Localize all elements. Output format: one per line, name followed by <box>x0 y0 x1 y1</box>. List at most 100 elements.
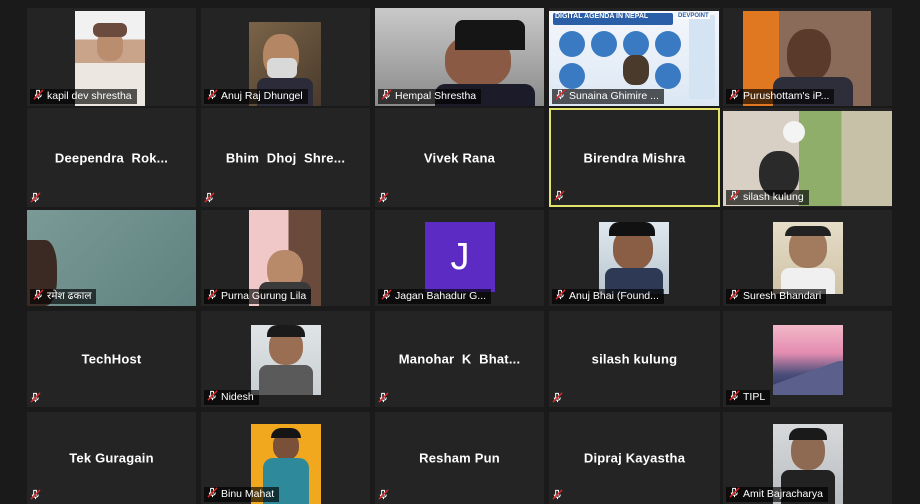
participant-tile[interactable]: Anuj Raj Dhungel <box>201 8 370 106</box>
participant-name: Suresh Bhandari <box>743 290 822 302</box>
muted-mic-icon <box>555 289 566 304</box>
participant-name-label: Purushottam's iP... <box>726 89 835 104</box>
participant-name-label: Suresh Bhandari <box>726 289 827 304</box>
participant-name-label: Sunaina Ghimire ... <box>552 89 664 104</box>
participant-tile[interactable]: Binu Mahat <box>201 412 370 504</box>
participant-video <box>599 222 669 294</box>
participant-tile[interactable]: Anuj Bhai (Found... <box>549 210 720 306</box>
participant-display-name: Manohar K Bhat... <box>398 351 521 367</box>
muted-mic-icon <box>204 190 215 208</box>
video-shape <box>623 55 649 85</box>
participant-display-name: silash kulung <box>591 351 678 367</box>
avatar-initial: J <box>450 235 470 278</box>
participant-video <box>251 325 321 395</box>
video-shape <box>689 15 715 99</box>
participant-tile[interactable]: J Jagan Bahadur G... <box>375 210 544 306</box>
participant-tile[interactable]: silash kulung <box>723 108 892 207</box>
participant-name: Purna Gurung Lila <box>221 290 307 302</box>
muted-mic-icon <box>378 390 389 408</box>
video-shape <box>267 325 305 337</box>
participant-name-label: silash kulung <box>726 190 809 205</box>
participant-name: silash kulung <box>743 191 804 203</box>
participant-name: kapil dev shrestha <box>47 90 132 102</box>
participant-name: Anuj Raj Dhungel <box>221 90 303 102</box>
shared-screen-title: DIGITAL AGENDA IN NEPAL <box>555 13 649 20</box>
muted-mic-icon <box>381 289 392 304</box>
participant-tile[interactable]: Bhim Dhoj Shre... <box>201 108 370 207</box>
participant-tile[interactable]: silash kulung <box>549 311 720 407</box>
participant-tile[interactable]: DIGITAL AGENDA IN NEPAL DEVPOINT Sunaina G… <box>549 8 720 106</box>
muted-mic-icon <box>729 390 740 405</box>
participant-tile[interactable]: Tek Guragain <box>27 412 196 504</box>
participant-name-label: Nidesh <box>204 390 259 405</box>
participant-tile[interactable]: Hempal Shrestha <box>375 8 544 106</box>
participant-name-label: Hempal Shrestha <box>378 89 482 104</box>
muted-mic-icon <box>381 89 392 104</box>
participant-video <box>773 325 843 395</box>
participant-tile[interactable]: Purushottam's iP... <box>723 8 892 106</box>
participant-tile[interactable]: Deependra Rok... <box>27 108 196 207</box>
participant-tile[interactable]: Manohar K Bhat... <box>375 311 544 407</box>
video-shape <box>559 31 585 57</box>
muted-mic-icon <box>554 188 565 206</box>
participant-gallery: kapil dev shrestha Anuj Raj Dhungel Hempal… <box>0 0 920 504</box>
participant-name: Hempal Shrestha <box>395 90 477 102</box>
muted-mic-icon <box>729 190 740 205</box>
muted-mic-icon <box>729 289 740 304</box>
video-shape <box>559 63 585 89</box>
video-shape <box>591 31 617 57</box>
participant-name: Anuj Bhai (Found... <box>569 290 659 302</box>
video-shape <box>609 222 655 236</box>
participant-name: रमेश ढकाल <box>47 290 92 302</box>
muted-mic-icon <box>30 487 41 504</box>
participant-tile[interactable]: Amit Bajracharya <box>723 412 892 504</box>
video-shape <box>93 23 127 37</box>
participant-tile[interactable]: Nidesh <box>201 311 370 407</box>
muted-mic-icon <box>207 289 218 304</box>
participant-tile[interactable]: TIPL <box>723 311 892 407</box>
participant-name-label: Jagan Bahadur G... <box>378 289 492 304</box>
muted-mic-icon <box>33 289 44 304</box>
participant-name-label: Amit Bajracharya <box>726 487 828 502</box>
participant-tile[interactable]: Resham Pun <box>375 412 544 504</box>
shared-screen-brand: DEVPOINT <box>677 13 710 19</box>
video-shape <box>271 428 301 438</box>
participant-name: Sunaina Ghimire ... <box>569 90 659 102</box>
muted-mic-icon <box>378 190 389 208</box>
participant-tile[interactable]: TechHost <box>27 311 196 407</box>
video-shape <box>787 29 831 81</box>
video-shape <box>789 428 827 440</box>
video-shape <box>267 58 297 78</box>
participant-name-label: Anuj Raj Dhungel <box>204 89 308 104</box>
participant-tile[interactable]: Vivek Rana <box>375 108 544 207</box>
muted-mic-icon <box>33 89 44 104</box>
muted-mic-icon <box>552 487 563 504</box>
participant-display-name: Bhim Dhoj Shre... <box>225 150 346 165</box>
participant-tile[interactable]: Suresh Bhandari <box>723 210 892 306</box>
muted-mic-icon <box>729 487 740 502</box>
participant-name-label: Purna Gurung Lila <box>204 289 312 304</box>
participant-name: Purushottam's iP... <box>743 90 830 102</box>
muted-mic-icon <box>30 390 41 408</box>
video-shape <box>623 31 649 57</box>
participant-name-label: kapil dev shrestha <box>30 89 137 104</box>
participant-tile[interactable]: Birendra Mishra <box>549 108 720 207</box>
participant-tile[interactable]: Dipraj Kayastha <box>549 412 720 504</box>
muted-mic-icon <box>729 89 740 104</box>
participant-name: Amit Bajracharya <box>743 488 823 500</box>
participant-tile[interactable]: रमेश ढकाल <box>27 210 196 306</box>
participant-tile[interactable]: Purna Gurung Lila <box>201 210 370 306</box>
participant-name-label: Anuj Bhai (Found... <box>552 289 664 304</box>
participant-display-name: Birendra Mishra <box>583 150 686 165</box>
muted-mic-icon <box>555 89 566 104</box>
participant-display-name: Deependra Rok... <box>54 150 169 165</box>
participant-tile[interactable]: kapil dev shrestha <box>27 8 196 106</box>
participant-display-name: TechHost <box>81 351 142 367</box>
participant-name-label: TIPL <box>726 390 771 405</box>
participant-name-label: रमेश ढकाल <box>30 289 97 304</box>
participant-name: TIPL <box>743 391 766 403</box>
participant-display-name: Tek Guragain <box>69 450 154 466</box>
video-shape <box>655 31 681 57</box>
video-shape <box>783 121 805 143</box>
participant-name: Binu Mahat <box>221 488 275 500</box>
